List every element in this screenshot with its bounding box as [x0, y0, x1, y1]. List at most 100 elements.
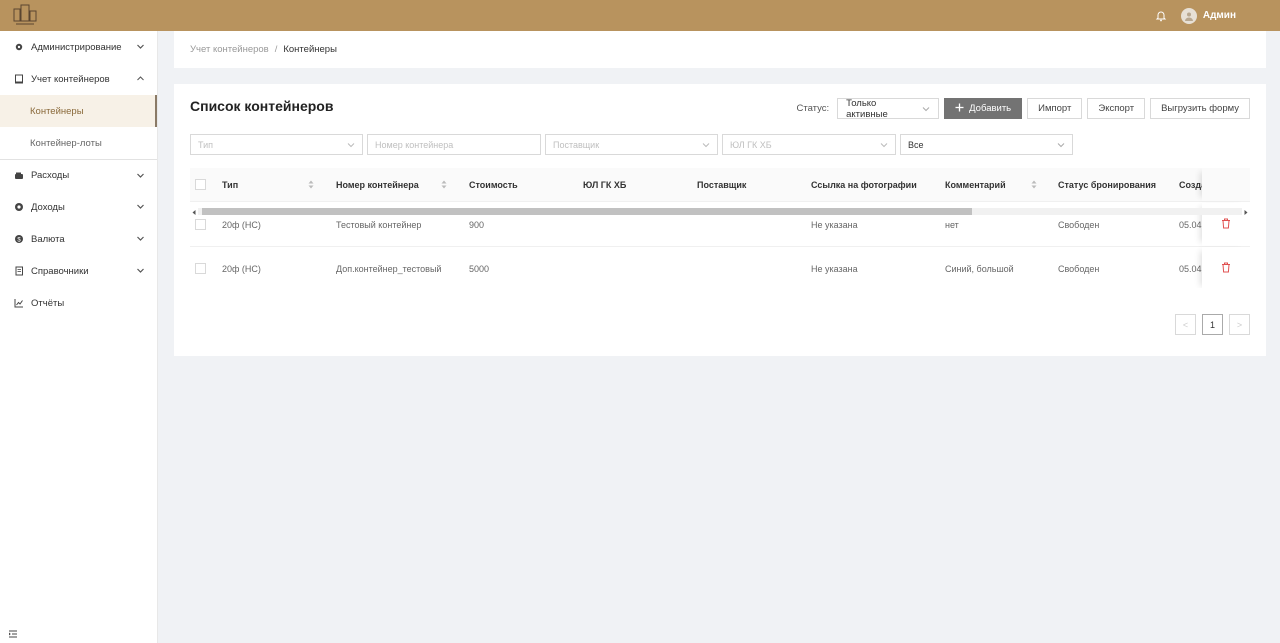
cell-photo: Не указана: [811, 263, 858, 274]
type-filter-select[interactable]: Тип: [190, 134, 363, 155]
chart-icon: [14, 298, 24, 308]
delete-icon[interactable]: [1221, 218, 1231, 232]
table-header-row: Тип Номер контейнера Стоимость ЮЛ ГК ХБ …: [190, 168, 1250, 202]
column-header-booking-status[interactable]: Статус бронирования: [1058, 168, 1156, 201]
sidebar-item-label: Контейнеры: [30, 105, 84, 117]
filter-row: Тип Номер контейнера Поставщик ЮЛ ГК ХБ …: [190, 134, 1073, 155]
top-header: Админ: [0, 0, 1280, 31]
sort-icon[interactable]: [308, 180, 314, 189]
containers-panel: Список контейнеров Статус: Только активн…: [174, 84, 1266, 356]
gear-icon: [14, 42, 24, 52]
breadcrumb-separator: /: [274, 44, 278, 55]
sort-icon[interactable]: [1031, 180, 1037, 189]
sidebar-item-label: Доходы: [31, 201, 65, 213]
chevron-down-icon: [1057, 141, 1065, 149]
chevron-down-icon: [136, 171, 145, 180]
column-header-photo[interactable]: Ссылка на фотографии: [811, 168, 917, 201]
menu-collapse-icon[interactable]: [8, 629, 18, 639]
scroll-right-arrow-icon[interactable]: [1243, 208, 1249, 215]
chevron-down-icon: [702, 141, 710, 149]
income-icon: [14, 202, 24, 212]
scroll-left-arrow-icon[interactable]: [191, 208, 197, 215]
container-number-placeholder: Номер контейнера: [375, 139, 454, 150]
column-header-entity[interactable]: ЮЛ ГК ХБ: [583, 168, 626, 201]
next-page-button[interactable]: >: [1229, 314, 1250, 335]
container-number-input[interactable]: Номер контейнера: [367, 134, 541, 155]
add-button-label: Добавить: [969, 103, 1012, 114]
add-button[interactable]: Добавить: [944, 98, 1023, 119]
sidebar-item-container-lots[interactable]: Контейнер-лоты: [0, 127, 157, 159]
sidebar-item-containers[interactable]: Контейнеры: [0, 95, 157, 127]
actions-header-cell: [1202, 168, 1250, 201]
sidebar-item-expenses[interactable]: Расходы: [0, 159, 157, 191]
cell-created: 05.04.: [1179, 263, 1205, 274]
select-all-checkbox[interactable]: [195, 168, 206, 201]
entity-filter-placeholder: ЮЛ ГК ХБ: [730, 139, 772, 150]
export-button[interactable]: Экспорт: [1087, 98, 1146, 119]
breadcrumb-current: Контейнеры: [283, 44, 337, 55]
book-icon: [14, 266, 24, 276]
page-title: Список контейнеров: [190, 98, 334, 114]
currency-icon: $: [14, 234, 24, 244]
sidebar-item-income[interactable]: Доходы: [0, 191, 157, 223]
sidebar: Администрирование Учет контейнеров Конте…: [0, 31, 158, 643]
sidebar-item-label: Валюта: [31, 233, 65, 245]
sidebar-item-label: Справочники: [31, 265, 89, 277]
containers-table: Тип Номер контейнера Стоимость ЮЛ ГК ХБ …: [190, 168, 1250, 288]
cell-booking-status: Свободен: [1058, 263, 1100, 274]
user-menu[interactable]: Админ: [1180, 7, 1236, 24]
supplier-filter-placeholder: Поставщик: [553, 139, 600, 150]
status-filter-label: Статус:: [796, 103, 830, 114]
chevron-down-icon: [136, 234, 145, 243]
page-number-button[interactable]: 1: [1202, 314, 1223, 335]
sort-icon[interactable]: [441, 180, 447, 189]
logo[interactable]: [12, 3, 38, 27]
toolbar: Статус: Только активные Добавить Импорт …: [796, 97, 1250, 120]
chevron-down-icon: [136, 202, 145, 211]
sidebar-item-label: Администрирование: [31, 41, 122, 53]
sidebar-item-label: Контейнер-лоты: [30, 137, 102, 149]
row-checkbox[interactable]: [195, 247, 206, 288]
breadcrumb: Учет контейнеров / Контейнеры: [174, 31, 1266, 68]
chevron-down-icon: [880, 141, 888, 149]
column-header-type[interactable]: Тип: [222, 168, 238, 201]
avatar: [1180, 7, 1197, 24]
pagination: < 1 >: [1175, 314, 1250, 335]
column-header-supplier[interactable]: Поставщик: [697, 168, 746, 201]
chevron-up-icon: [136, 74, 145, 83]
sidebar-item-container-accounting[interactable]: Учет контейнеров: [0, 63, 157, 95]
sidebar-item-label: Отчёты: [31, 297, 65, 309]
sidebar-item-reports[interactable]: Отчёты: [0, 287, 157, 319]
booking-status-filter-value: Все: [908, 139, 924, 150]
delete-icon[interactable]: [1221, 262, 1231, 276]
import-button[interactable]: Импорт: [1027, 98, 1083, 119]
cell-comment: Синий, большой: [945, 263, 1014, 274]
prev-page-button[interactable]: <: [1175, 314, 1196, 335]
entity-filter-select[interactable]: ЮЛ ГК ХБ: [722, 134, 896, 155]
container-icon: [14, 74, 24, 84]
column-header-number[interactable]: Номер контейнера: [336, 168, 419, 201]
status-select-value: Только активные: [846, 97, 888, 120]
cell-cost: 5000: [469, 263, 490, 274]
chevron-down-icon: [347, 141, 355, 149]
sidebar-item-currency[interactable]: $ Валюта: [0, 223, 157, 255]
supplier-filter-select[interactable]: Поставщик: [545, 134, 718, 155]
wallet-icon: [14, 171, 24, 181]
sidebar-item-references[interactable]: Справочники: [0, 255, 157, 287]
column-header-comment[interactable]: Комментарий: [945, 168, 1006, 201]
download-form-button[interactable]: Выгрузить форму: [1150, 98, 1250, 119]
sidebar-item-administration[interactable]: Администрирование: [0, 31, 157, 63]
bell-icon[interactable]: [1155, 10, 1167, 22]
actions-cell: [1202, 247, 1250, 288]
status-select[interactable]: Только активные: [837, 97, 940, 120]
breadcrumb-parent-link[interactable]: Учет контейнеров: [190, 44, 269, 55]
chevron-down-icon: [136, 266, 145, 275]
table-row[interactable]: 20ф (НС) Доп.контейнер_тестовый 5000 Не …: [190, 247, 1250, 288]
column-header-cost[interactable]: Стоимость: [469, 168, 518, 201]
sidebar-item-label: Расходы: [31, 170, 70, 181]
chevron-down-icon: [922, 105, 930, 113]
cell-type: 20ф (НС): [222, 263, 261, 274]
horizontal-scrollbar[interactable]: [190, 206, 1250, 216]
scrollbar-thumb[interactable]: [202, 208, 972, 215]
booking-status-filter-select[interactable]: Все: [900, 134, 1073, 155]
